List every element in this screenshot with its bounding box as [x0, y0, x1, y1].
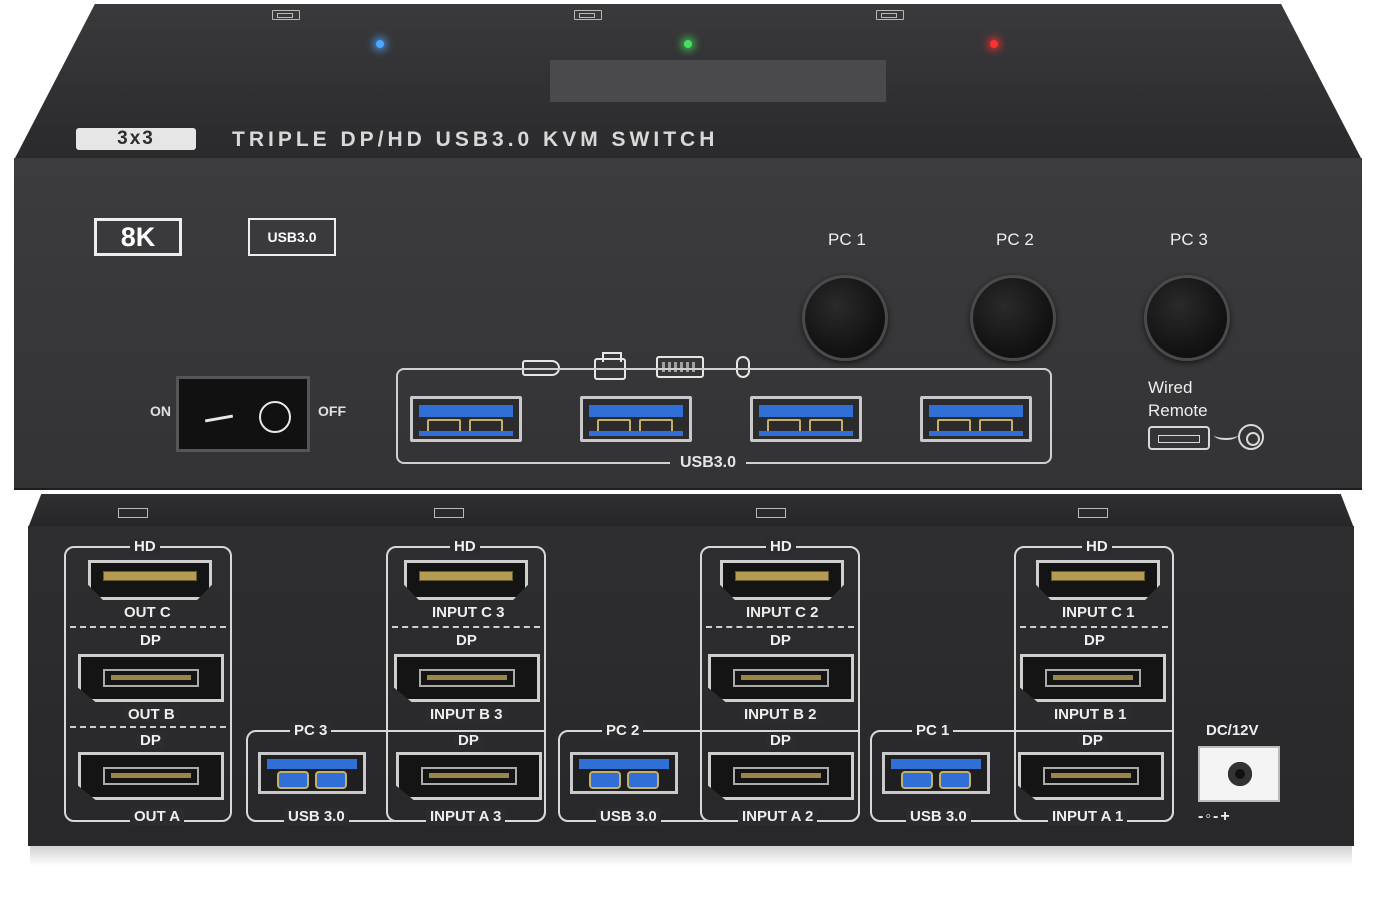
- input-a3-label: INPUT A 3: [426, 808, 506, 825]
- input-a2-label: INPUT A 2: [738, 808, 818, 825]
- out-b-label: OUT B: [124, 706, 179, 723]
- out-a-dp-port[interactable]: [78, 752, 224, 800]
- power-off-mark: [259, 401, 291, 433]
- bottom-unit-lid: [28, 494, 1354, 528]
- separator: [392, 626, 540, 628]
- front-usb-port-1[interactable]: [410, 396, 522, 442]
- dp-label: DP: [136, 732, 165, 749]
- pc1-usb-port[interactable]: [882, 752, 990, 794]
- pc2-usb-port[interactable]: [570, 752, 678, 794]
- remote-button-icon: [1238, 424, 1264, 450]
- pc1-button[interactable]: [802, 275, 888, 361]
- input-c2-label: INPUT C 2: [742, 604, 823, 621]
- separator: [70, 726, 226, 728]
- pc1-group-label: PC 1: [912, 722, 954, 739]
- power-on-mark: [204, 414, 234, 423]
- dp-label: DP: [452, 632, 481, 649]
- dp-label: DP: [454, 732, 483, 749]
- dp-label: DP: [1080, 632, 1109, 649]
- pc1-label: PC 1: [828, 230, 866, 249]
- pc1-usb-label: USB 3.0: [906, 808, 971, 825]
- out-c-hdmi-port[interactable]: [88, 560, 212, 600]
- monitor-port-icon: [574, 10, 602, 20]
- wired-remote-line1: Wired: [1148, 378, 1193, 397]
- hd-label: HD: [1082, 538, 1112, 555]
- badge-3x3: 3x3: [76, 128, 196, 150]
- hd-label: HD: [766, 538, 796, 555]
- pc2-label: PC 2: [996, 230, 1034, 249]
- input-c1-label: INPUT C 1: [1058, 604, 1139, 621]
- out-c-label: OUT C: [120, 604, 175, 621]
- pc3-usb-port[interactable]: [258, 752, 366, 794]
- front-usb-port-3[interactable]: [750, 396, 862, 442]
- monitor-port-icon: [272, 10, 300, 20]
- wired-remote-label: Wired Remote: [1148, 376, 1208, 422]
- input-c2-hdmi-port[interactable]: [720, 560, 844, 600]
- lid-label-window: [550, 60, 886, 102]
- pc3-usb-label: USB 3.0: [284, 808, 349, 825]
- badge-8k: 8K: [94, 218, 182, 256]
- monitor-port-icon: [876, 10, 904, 20]
- ground-shadow: [30, 846, 1352, 866]
- top-unit-lid: 3x3 TRIPLE DP/HD USB3.0 KVM SWITCH: [14, 4, 1362, 160]
- wired-remote-line2: Remote: [1148, 401, 1208, 420]
- dc-input-label: DC/12V: [1206, 722, 1259, 739]
- input-a1-dp-port[interactable]: [1018, 752, 1164, 800]
- remote-cable-icon: [1214, 430, 1238, 440]
- dp-label: DP: [766, 732, 795, 749]
- input-a2-dp-port[interactable]: [708, 752, 854, 800]
- input-c1-hdmi-port[interactable]: [1036, 560, 1160, 600]
- kvm-switch-photo: 3x3 TRIPLE DP/HD USB3.0 KVM SWITCH 8K US…: [0, 0, 1380, 899]
- monitor-port-icon: [118, 508, 148, 518]
- out-b-dp-port[interactable]: [78, 654, 224, 702]
- input-b1-label: INPUT B 1: [1050, 706, 1131, 723]
- monitor-port-icon: [756, 508, 786, 518]
- pc1-led: [376, 40, 384, 48]
- usb-hub-label: USB3.0: [670, 454, 747, 472]
- pc3-group-label: PC 3: [290, 722, 332, 739]
- power-rocker-switch[interactable]: [176, 376, 310, 452]
- separator: [70, 626, 226, 628]
- dc-polarity-symbol: -◦-+: [1198, 808, 1232, 825]
- pc3-button[interactable]: [1144, 275, 1230, 361]
- separator: [1020, 626, 1168, 628]
- power-on-label: ON: [150, 403, 171, 419]
- monitor-port-icon: [1078, 508, 1108, 518]
- pc2-button[interactable]: [970, 275, 1056, 361]
- input-b3-dp-port[interactable]: [394, 654, 540, 702]
- power-off-label: OFF: [318, 403, 346, 419]
- separator: [706, 626, 854, 628]
- out-a-label: OUT A: [130, 808, 185, 825]
- pc2-usb-label: USB 3.0: [596, 808, 661, 825]
- hd-label: HD: [130, 538, 160, 555]
- pc2-group-label: PC 2: [602, 722, 644, 739]
- front-usb-port-2[interactable]: [580, 396, 692, 442]
- badge-usb3: USB3.0: [248, 218, 336, 256]
- input-b2-dp-port[interactable]: [708, 654, 854, 702]
- monitor-port-icon: [434, 508, 464, 518]
- input-a1-label: INPUT A 1: [1048, 808, 1128, 825]
- pc3-label: PC 3: [1170, 230, 1208, 249]
- dp-label: DP: [1078, 732, 1107, 749]
- dp-label: DP: [766, 632, 795, 649]
- product-title: TRIPLE DP/HD USB3.0 KVM SWITCH: [232, 128, 719, 151]
- input-a3-dp-port[interactable]: [396, 752, 542, 800]
- input-c3-label: INPUT C 3: [428, 604, 509, 621]
- hd-label: HD: [450, 538, 480, 555]
- pc2-led: [684, 40, 692, 48]
- front-usb-port-4[interactable]: [920, 396, 1032, 442]
- pc3-led: [990, 40, 998, 48]
- input-b2-label: INPUT B 2: [740, 706, 821, 723]
- lid-icon-row: [14, 10, 1362, 24]
- wired-remote-port[interactable]: [1148, 426, 1210, 450]
- input-b3-label: INPUT B 3: [426, 706, 507, 723]
- input-b1-dp-port[interactable]: [1020, 654, 1166, 702]
- dp-label: DP: [136, 632, 165, 649]
- input-c3-hdmi-port[interactable]: [404, 560, 528, 600]
- dc-power-jack[interactable]: [1198, 746, 1280, 802]
